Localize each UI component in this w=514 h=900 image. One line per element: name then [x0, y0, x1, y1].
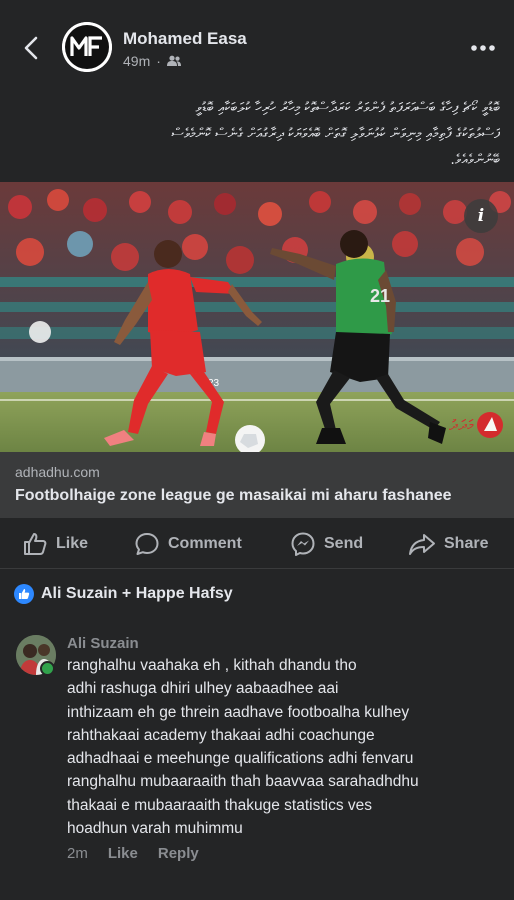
comment-line: inthizaam eh ge threin aadhave footboalh… — [67, 703, 410, 721]
share-button[interactable]: Share — [408, 520, 488, 568]
like-reaction-icon — [14, 584, 34, 604]
comment-text: ranghalhu vaahaka eh , kithah dhandu tho… — [67, 654, 487, 840]
share-label: Share — [444, 535, 489, 552]
link-title: Footbolhaige zone league ge masaikai mi … — [15, 487, 452, 504]
comment-line: adhadhaai e meehunge qualifications adhi… — [67, 750, 414, 768]
comment-line: rahthakaai academy thakaai adhi coachung… — [67, 726, 375, 744]
like-button[interactable]: Like — [22, 520, 88, 568]
comment-reply-button[interactable]: Reply — [158, 845, 199, 862]
send-button[interactable]: Send — [290, 520, 363, 568]
comment-line: ranghalhu mubaaraaith thah baavvaa sarah… — [67, 773, 419, 791]
share-arrow-icon — [409, 534, 435, 555]
friends-icon — [166, 55, 181, 66]
author-name[interactable]: Mohamed Easa — [123, 29, 247, 49]
send-label: Send — [324, 535, 364, 552]
comment-like-button[interactable]: Like — [108, 845, 138, 862]
commenter-name[interactable]: Ali Suzain — [67, 635, 139, 652]
reaction-names: Ali Suzain + Happe Hafsy — [41, 585, 233, 602]
right-player-number: 21 — [370, 286, 390, 306]
comment-time: 2m — [67, 845, 88, 862]
link-preview[interactable]: adhadhu.com Footbolhaige zone league ge … — [0, 452, 514, 518]
dot-separator: · — [156, 53, 161, 69]
post-photo[interactable]: 23 21 މަދަދު i — [0, 182, 514, 452]
author-avatar[interactable] — [62, 22, 112, 72]
caption-line: ފަސްލުތަކުގެ ފާތިމާއި މިނިވަން ކުޅުނަވާލ… — [171, 126, 500, 142]
post-header: Mohamed Easa 49m · — [0, 0, 514, 92]
mf-logo-icon — [62, 22, 112, 72]
more-dots-icon[interactable] — [470, 38, 496, 58]
comment-footer: 2m Like Reply — [67, 845, 199, 862]
comment-line: ranghalhu vaahaka eh , kithah dhandu tho — [67, 657, 357, 674]
back-arrow-icon[interactable] — [18, 34, 46, 62]
comment-line: adhi rashuga dhiri ulhey aabaadhee aai — [67, 680, 339, 698]
comment-bubble-icon — [135, 533, 159, 555]
football-match-image: 23 21 މަދަދު — [0, 182, 514, 452]
post-actions: Like Comment Send Share — [0, 520, 514, 568]
comment-button[interactable]: Comment — [134, 520, 242, 568]
online-status-dot — [40, 661, 55, 676]
post-meta: 49m · — [123, 53, 181, 69]
thumbs-up-icon — [24, 533, 47, 555]
post-caption: ބޮޑުވީ ކޯޗެ ފިހާގެ ބަސްއަރަފަތު ފެންވަރު… — [14, 95, 500, 175]
like-label: Like — [56, 535, 89, 552]
comment-line: hoadhun varah muhimmu — [67, 820, 243, 838]
reactions-summary[interactable]: Ali Suzain + Happe Hafsy — [14, 580, 233, 608]
post-time[interactable]: 49m — [123, 53, 150, 69]
link-domain: adhadhu.com — [15, 464, 100, 480]
divider — [0, 568, 514, 569]
watermark-text: މަދަދު — [449, 416, 474, 434]
comment-line: thakaai e mubaaraaith thakuge statistics… — [67, 796, 373, 814]
comment-label: Comment — [168, 535, 242, 552]
info-icon[interactable]: i — [464, 199, 498, 233]
caption-line: ބޭނުންވެއެވެ. — [450, 152, 500, 168]
caption-line: ބޮޑުވީ ކޯޗެ ފިހާގެ ބަސްއަރަފަތު ފެންވަރު… — [195, 100, 501, 116]
messenger-icon — [291, 532, 315, 556]
